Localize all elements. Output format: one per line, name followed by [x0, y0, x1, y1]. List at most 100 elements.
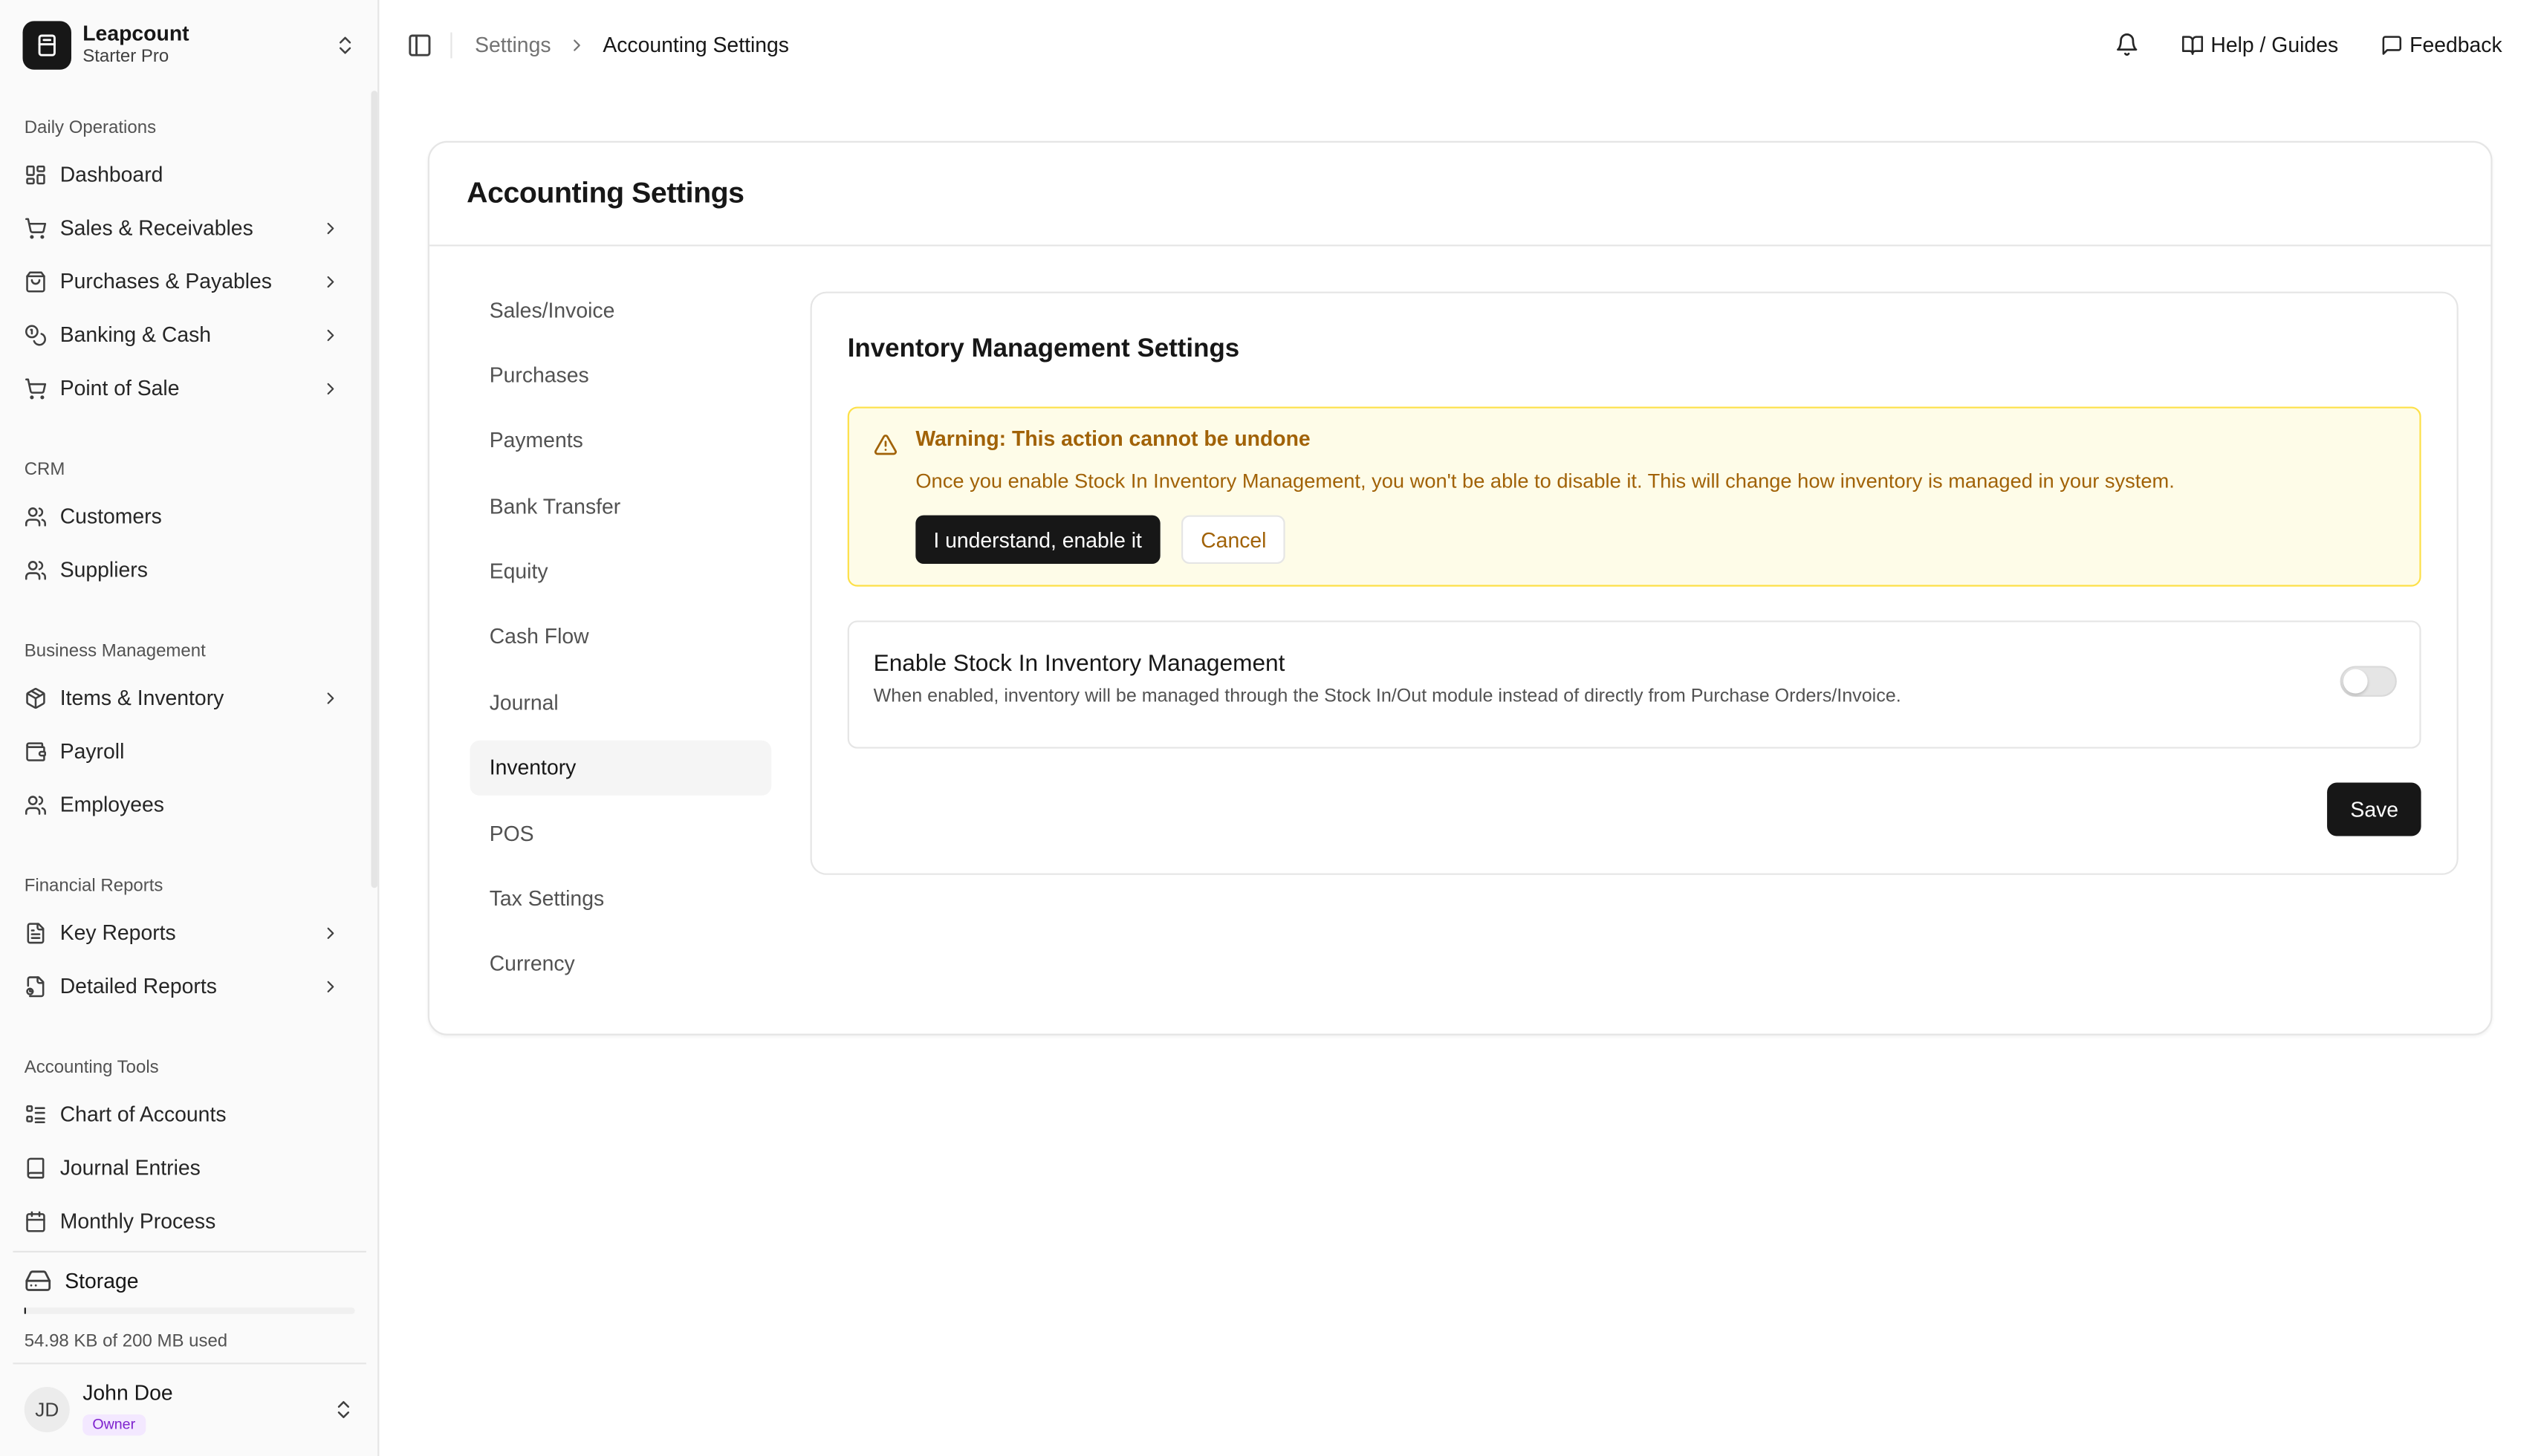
subnav-item-journal[interactable]: Journal — [470, 675, 772, 729]
sidebar-item-label: Sales & Receivables — [59, 215, 253, 240]
sidebar-item-payroll[interactable]: Payroll — [0, 724, 369, 778]
inventory-settings-panel: Inventory Management Settings Warning: T… — [810, 291, 2459, 875]
sidebar-item-items-inventory[interactable]: Items & Inventory — [0, 671, 369, 724]
sidebar-item-suppliers[interactable]: Suppliers — [0, 543, 369, 597]
chevron-right-icon — [327, 382, 334, 394]
divider — [450, 31, 452, 58]
subnav-item-inventory[interactable]: Inventory — [470, 740, 772, 796]
sidebar-item-detailed-reports[interactable]: Detailed Reports — [0, 959, 369, 1013]
subnav-item-payments[interactable]: Payments — [470, 413, 772, 468]
chevron-right-icon — [327, 221, 334, 234]
sidebar-item-dashboard[interactable]: Dashboard — [0, 147, 369, 201]
confirm-enable-button[interactable]: I understand, enable it — [915, 515, 1160, 565]
sidebar-item-label: Journal Entries — [59, 1155, 201, 1180]
brand-name: Leapcount — [82, 21, 189, 46]
nav-group-label: Daily Operations — [24, 118, 157, 138]
warning-text: Once you enable Stock In Inventory Manag… — [915, 469, 2175, 493]
chevron-right-icon — [327, 926, 334, 938]
subnav-item-tax-settings[interactable]: Tax Settings — [470, 871, 772, 926]
sidebar-item-purchases-payables[interactable]: Purchases & Payables — [0, 254, 369, 308]
storage-label: Storage — [65, 1267, 139, 1293]
cancel-button[interactable]: Cancel — [1181, 515, 1286, 565]
sidebar-item-chart-of-accounts[interactable]: Chart of Accounts — [0, 1088, 369, 1141]
subnav-item-sales-invoice[interactable]: Sales/Invoice — [470, 282, 772, 337]
sidebar-nav: Daily Operations Dashboard Sales & Receiva… — [0, 97, 369, 1241]
toggle-knob — [2343, 669, 2368, 694]
subnav-item-equity[interactable]: Equity — [470, 544, 772, 599]
storage-item[interactable]: Storage — [13, 1252, 366, 1307]
chevrons-up-down-icon — [339, 36, 351, 54]
chevron-right-icon — [574, 39, 580, 51]
cart-icon — [25, 377, 47, 399]
help-guides-link[interactable]: Help / Guides — [2181, 32, 2339, 57]
settings-subnav: Sales/Invoice Purchases Payments Bank Trans… — [470, 282, 772, 1002]
book-icon — [27, 1157, 45, 1178]
save-button[interactable]: Save — [2327, 782, 2421, 836]
brand-plan: Starter Pro — [82, 47, 169, 67]
sidebar-item-point-of-sale[interactable]: Point of Sale — [0, 361, 369, 415]
nav-group-label: Business Management — [24, 641, 206, 661]
package-icon — [26, 686, 45, 708]
users-icon — [25, 795, 46, 814]
list-tree-icon — [26, 1104, 45, 1122]
sidebar: Leapcount Starter Pro Daily Operations Da… — [0, 0, 380, 1456]
workspace-switcher[interactable]: Leapcount Starter Pro — [13, 13, 366, 77]
avatar: JD — [24, 1385, 70, 1432]
nav-group-label: Accounting Tools — [24, 1058, 159, 1078]
nav-group-label: CRM — [24, 460, 65, 480]
file-text-icon — [27, 922, 45, 943]
setting-title: Enable Stock In Inventory Management — [873, 651, 1285, 677]
sidebar-toggle-icon[interactable] — [406, 32, 432, 58]
storage-progress-bar — [24, 1307, 355, 1314]
subnav-item-purchases[interactable]: Purchases — [470, 348, 772, 403]
bell-icon[interactable] — [2115, 33, 2140, 57]
breadcrumb-current: Accounting Settings — [603, 32, 789, 57]
setting-description: When enabled, inventory will be managed … — [873, 686, 1901, 706]
subnav-item-pos[interactable]: POS — [470, 805, 772, 860]
sidebar-item-employees[interactable]: Employees — [0, 778, 369, 831]
subnav-item-cash-flow[interactable]: Cash Flow — [470, 609, 772, 664]
subnav-item-currency[interactable]: Currency — [470, 936, 772, 991]
storage-panel: Storage 54.98 KB of 200 MB used — [13, 1250, 366, 1358]
nav-group-label: Financial Reports — [24, 876, 163, 897]
sidebar-item-label: Payroll — [59, 738, 125, 764]
page-title: Accounting Settings — [467, 176, 744, 209]
sidebar-item-label: Dashboard — [59, 162, 163, 186]
panel-title: Inventory Management Settings — [847, 335, 1240, 363]
sidebar-scrollbar[interactable] — [371, 91, 378, 888]
sidebar-item-monthly-process[interactable]: Monthly Process — [0, 1194, 369, 1241]
settings-card: Accounting Settings Sales/Invoice Purchas… — [427, 140, 2493, 1036]
sidebar-item-label: Point of Sale — [59, 376, 180, 400]
help-guides-label: Help / Guides — [2210, 32, 2339, 57]
sidebar-item-label: Key Reports — [59, 920, 176, 945]
sidebar-item-journal-entries[interactable]: Journal Entries — [0, 1141, 369, 1195]
chevrons-up-down-icon — [337, 1400, 350, 1417]
breadcrumb-settings[interactable]: Settings — [475, 33, 551, 57]
feedback-label: Feedback — [2409, 32, 2502, 57]
sidebar-item-customers[interactable]: Customers — [0, 490, 369, 543]
sidebar-item-label: Banking & Cash — [59, 322, 212, 347]
sidebar-item-banking-cash[interactable]: Banking & Cash — [0, 308, 369, 361]
chevron-right-icon — [327, 275, 334, 287]
hard-drive-icon — [25, 1270, 51, 1290]
brand-logo-icon — [22, 21, 71, 70]
coins-icon — [25, 324, 46, 345]
sidebar-item-label: Customers — [59, 504, 162, 529]
calendar-icon — [26, 1210, 45, 1232]
sidebar-item-label: Chart of Accounts — [59, 1102, 227, 1126]
sidebar-item-sales-receivables[interactable]: Sales & Receivables — [0, 201, 369, 254]
sidebar-item-key-reports[interactable]: Key Reports — [0, 906, 369, 959]
sidebar-item-label: Purchases & Payables — [59, 269, 272, 293]
stock-in-setting-row: Enable Stock In Inventory Management Whe… — [847, 620, 2421, 749]
subnav-item-bank-transfer[interactable]: Bank Transfer — [470, 478, 772, 533]
warning-title: Warning: This action cannot be undone — [915, 426, 1311, 451]
warning-alert: Warning: This action cannot be undone On… — [847, 406, 2421, 587]
file-chart-icon — [26, 975, 45, 997]
feedback-link[interactable]: Feedback — [2381, 32, 2502, 57]
user-menu[interactable]: JD John Doe Owner — [13, 1362, 366, 1453]
users-icon — [25, 506, 46, 526]
sidebar-item-label: Detailed Reports — [59, 973, 217, 998]
dashboard-icon — [26, 164, 45, 184]
stock-in-toggle[interactable] — [2340, 666, 2397, 697]
book-open-icon — [2182, 35, 2204, 54]
